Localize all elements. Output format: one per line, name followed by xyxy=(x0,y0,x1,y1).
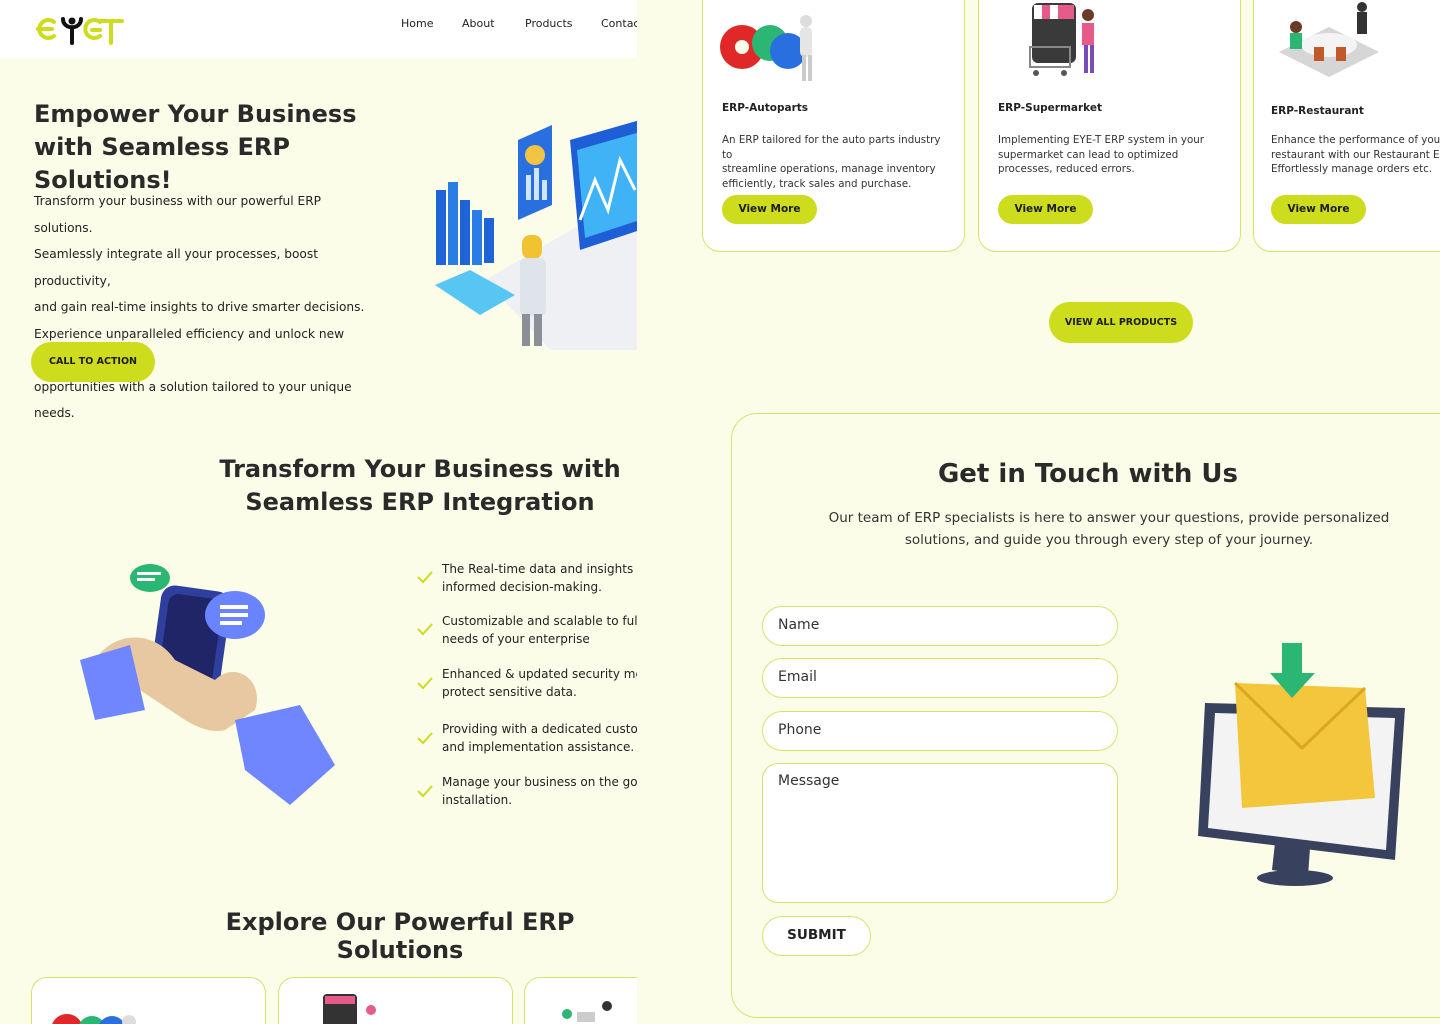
product-card-line: efficiently, track sales and purchase. xyxy=(722,177,912,190)
product-card-line: restaurant with our Restaurant ERP. xyxy=(1271,148,1440,161)
gears-icon xyxy=(720,15,812,81)
product-card-line: Implementing EYE-T ERP system in your xyxy=(998,134,1205,146)
restaurant-icon xyxy=(562,1001,612,1022)
feature-item: Manage your business on the go with inst… xyxy=(442,773,637,809)
feature-text: Enhanced & updated security measures xyxy=(442,667,637,681)
hero-description: Transform your business with our powerfu… xyxy=(34,188,379,427)
product-card-restaurant: ERP-Restaurant Enhance the performance o… xyxy=(1253,0,1440,252)
integration-title-line: Seamless ERP Integration xyxy=(245,488,595,516)
feature-item: Customizable and scalable to fulfil the … xyxy=(442,612,637,648)
product-card-line: streamline operations, manage inventory xyxy=(722,163,936,176)
product-card-line: supermarket can lead to optimized xyxy=(998,148,1179,161)
nav-about[interactable]: About xyxy=(462,17,495,30)
view-more-button[interactable]: View More xyxy=(998,195,1093,224)
feature-text: installation. xyxy=(442,793,513,807)
product-card-title: ERP-Autoparts xyxy=(722,102,809,114)
contact-description: Our team of ERP specialists is here to a… xyxy=(818,507,1400,551)
product-card-description: An ERP tailored for the auto parts indus… xyxy=(722,133,952,191)
product-card-preview[interactable] xyxy=(524,977,637,1024)
product-card-preview[interactable] xyxy=(31,977,266,1024)
phone-illustration xyxy=(75,560,345,810)
email-field[interactable]: Email xyxy=(762,658,1118,698)
feature-text: protect sensitive data. xyxy=(442,685,577,699)
shopping-cart-icon xyxy=(1029,3,1094,76)
feature-text: needs of your enterprise xyxy=(442,632,590,646)
gears-icon xyxy=(52,1014,136,1024)
eyet-logo[interactable] xyxy=(34,12,126,51)
feature-text: informed decision-making. xyxy=(442,580,602,594)
product-card-title: ERP-Restaurant xyxy=(1271,105,1364,117)
product-card-description: Implementing EYE-T ERP system in your su… xyxy=(998,133,1228,177)
check-icon xyxy=(417,571,433,584)
view-more-button[interactable]: View More xyxy=(1271,195,1366,224)
feature-text: Manage your business on the go with xyxy=(442,775,637,789)
view-all-products-button[interactable]: VIEW ALL PRODUCTS xyxy=(1049,302,1193,343)
shopping-cart-icon xyxy=(323,994,376,1024)
contact-description-line: Our team of ERP specialists is here to a… xyxy=(828,510,1390,526)
hero-illustration xyxy=(430,120,637,360)
landing-page-left: Home About Products Contact Empower Your… xyxy=(0,0,637,1024)
feature-item: Enhanced & updated security measures pro… xyxy=(442,665,637,701)
mail-monitor-illustration xyxy=(1190,638,1410,888)
solutions-title: Explore Our Powerful ERP Solutions xyxy=(225,908,575,964)
check-icon xyxy=(417,785,433,798)
product-card-line: processes, reduced errors. xyxy=(998,163,1135,176)
check-icon xyxy=(417,732,433,745)
nav-contact[interactable]: Contact xyxy=(601,17,637,30)
message-field[interactable]: Message xyxy=(762,763,1118,903)
feature-item: Providing with a dedicated customer and … xyxy=(442,720,637,756)
phone-field[interactable]: Phone xyxy=(762,711,1118,751)
product-card-line: Enhance the performance of your xyxy=(1271,134,1440,146)
hero-line: and gain real-time insights to drive sma… xyxy=(34,300,365,314)
check-icon xyxy=(417,623,433,636)
hero-line: Seamlessly integrate all your processes,… xyxy=(34,247,318,288)
product-card-description: Enhance the performance of your restaura… xyxy=(1271,133,1440,177)
feature-item: The Real-time data and insights help inf… xyxy=(442,560,637,596)
product-card-title: ERP-Supermarket xyxy=(998,102,1103,114)
view-more-button[interactable]: View More xyxy=(722,195,817,224)
product-card-supermarket: ERP-Supermarket Implementing EYE-T ERP s… xyxy=(978,0,1241,252)
product-card-line: An ERP tailored for the auto parts indus… xyxy=(722,134,941,161)
hero-title: Empower Your Business with Seamless ERP … xyxy=(34,100,357,194)
contact-title: Get in Touch with Us xyxy=(937,459,1239,489)
nav-products[interactable]: Products xyxy=(525,17,573,30)
product-card-autoparts: ERP-Autoparts An ERP tailored for the au… xyxy=(702,0,965,252)
feature-text: Customizable and scalable to fulfil the xyxy=(442,614,637,628)
integration-title-line: Transform Your Business with xyxy=(219,455,621,483)
integration-title: Transform Your Business with Seamless ER… xyxy=(200,453,637,519)
nav-home[interactable]: Home xyxy=(401,17,433,30)
feature-text: The Real-time data and insights help xyxy=(442,562,637,576)
restaurant-icon xyxy=(1279,2,1379,77)
hero-line: Transform your business with our powerfu… xyxy=(34,194,322,235)
submit-button[interactable]: SUBMIT xyxy=(762,916,871,956)
feature-text: Providing with a dedicated customer xyxy=(442,722,637,736)
check-icon xyxy=(417,677,433,690)
product-card-preview[interactable] xyxy=(278,977,513,1024)
product-card-line: Effortlessly manage orders etc. xyxy=(1271,163,1433,176)
top-navigation-bar: Home About Products Contact xyxy=(0,0,637,58)
contact-description-line: solutions, and guide you through every s… xyxy=(904,532,1314,548)
name-field[interactable]: Name xyxy=(762,606,1118,646)
feature-text: and implementation assistance. xyxy=(442,740,635,754)
call-to-action-button[interactable]: CALL TO ACTION xyxy=(31,342,155,382)
